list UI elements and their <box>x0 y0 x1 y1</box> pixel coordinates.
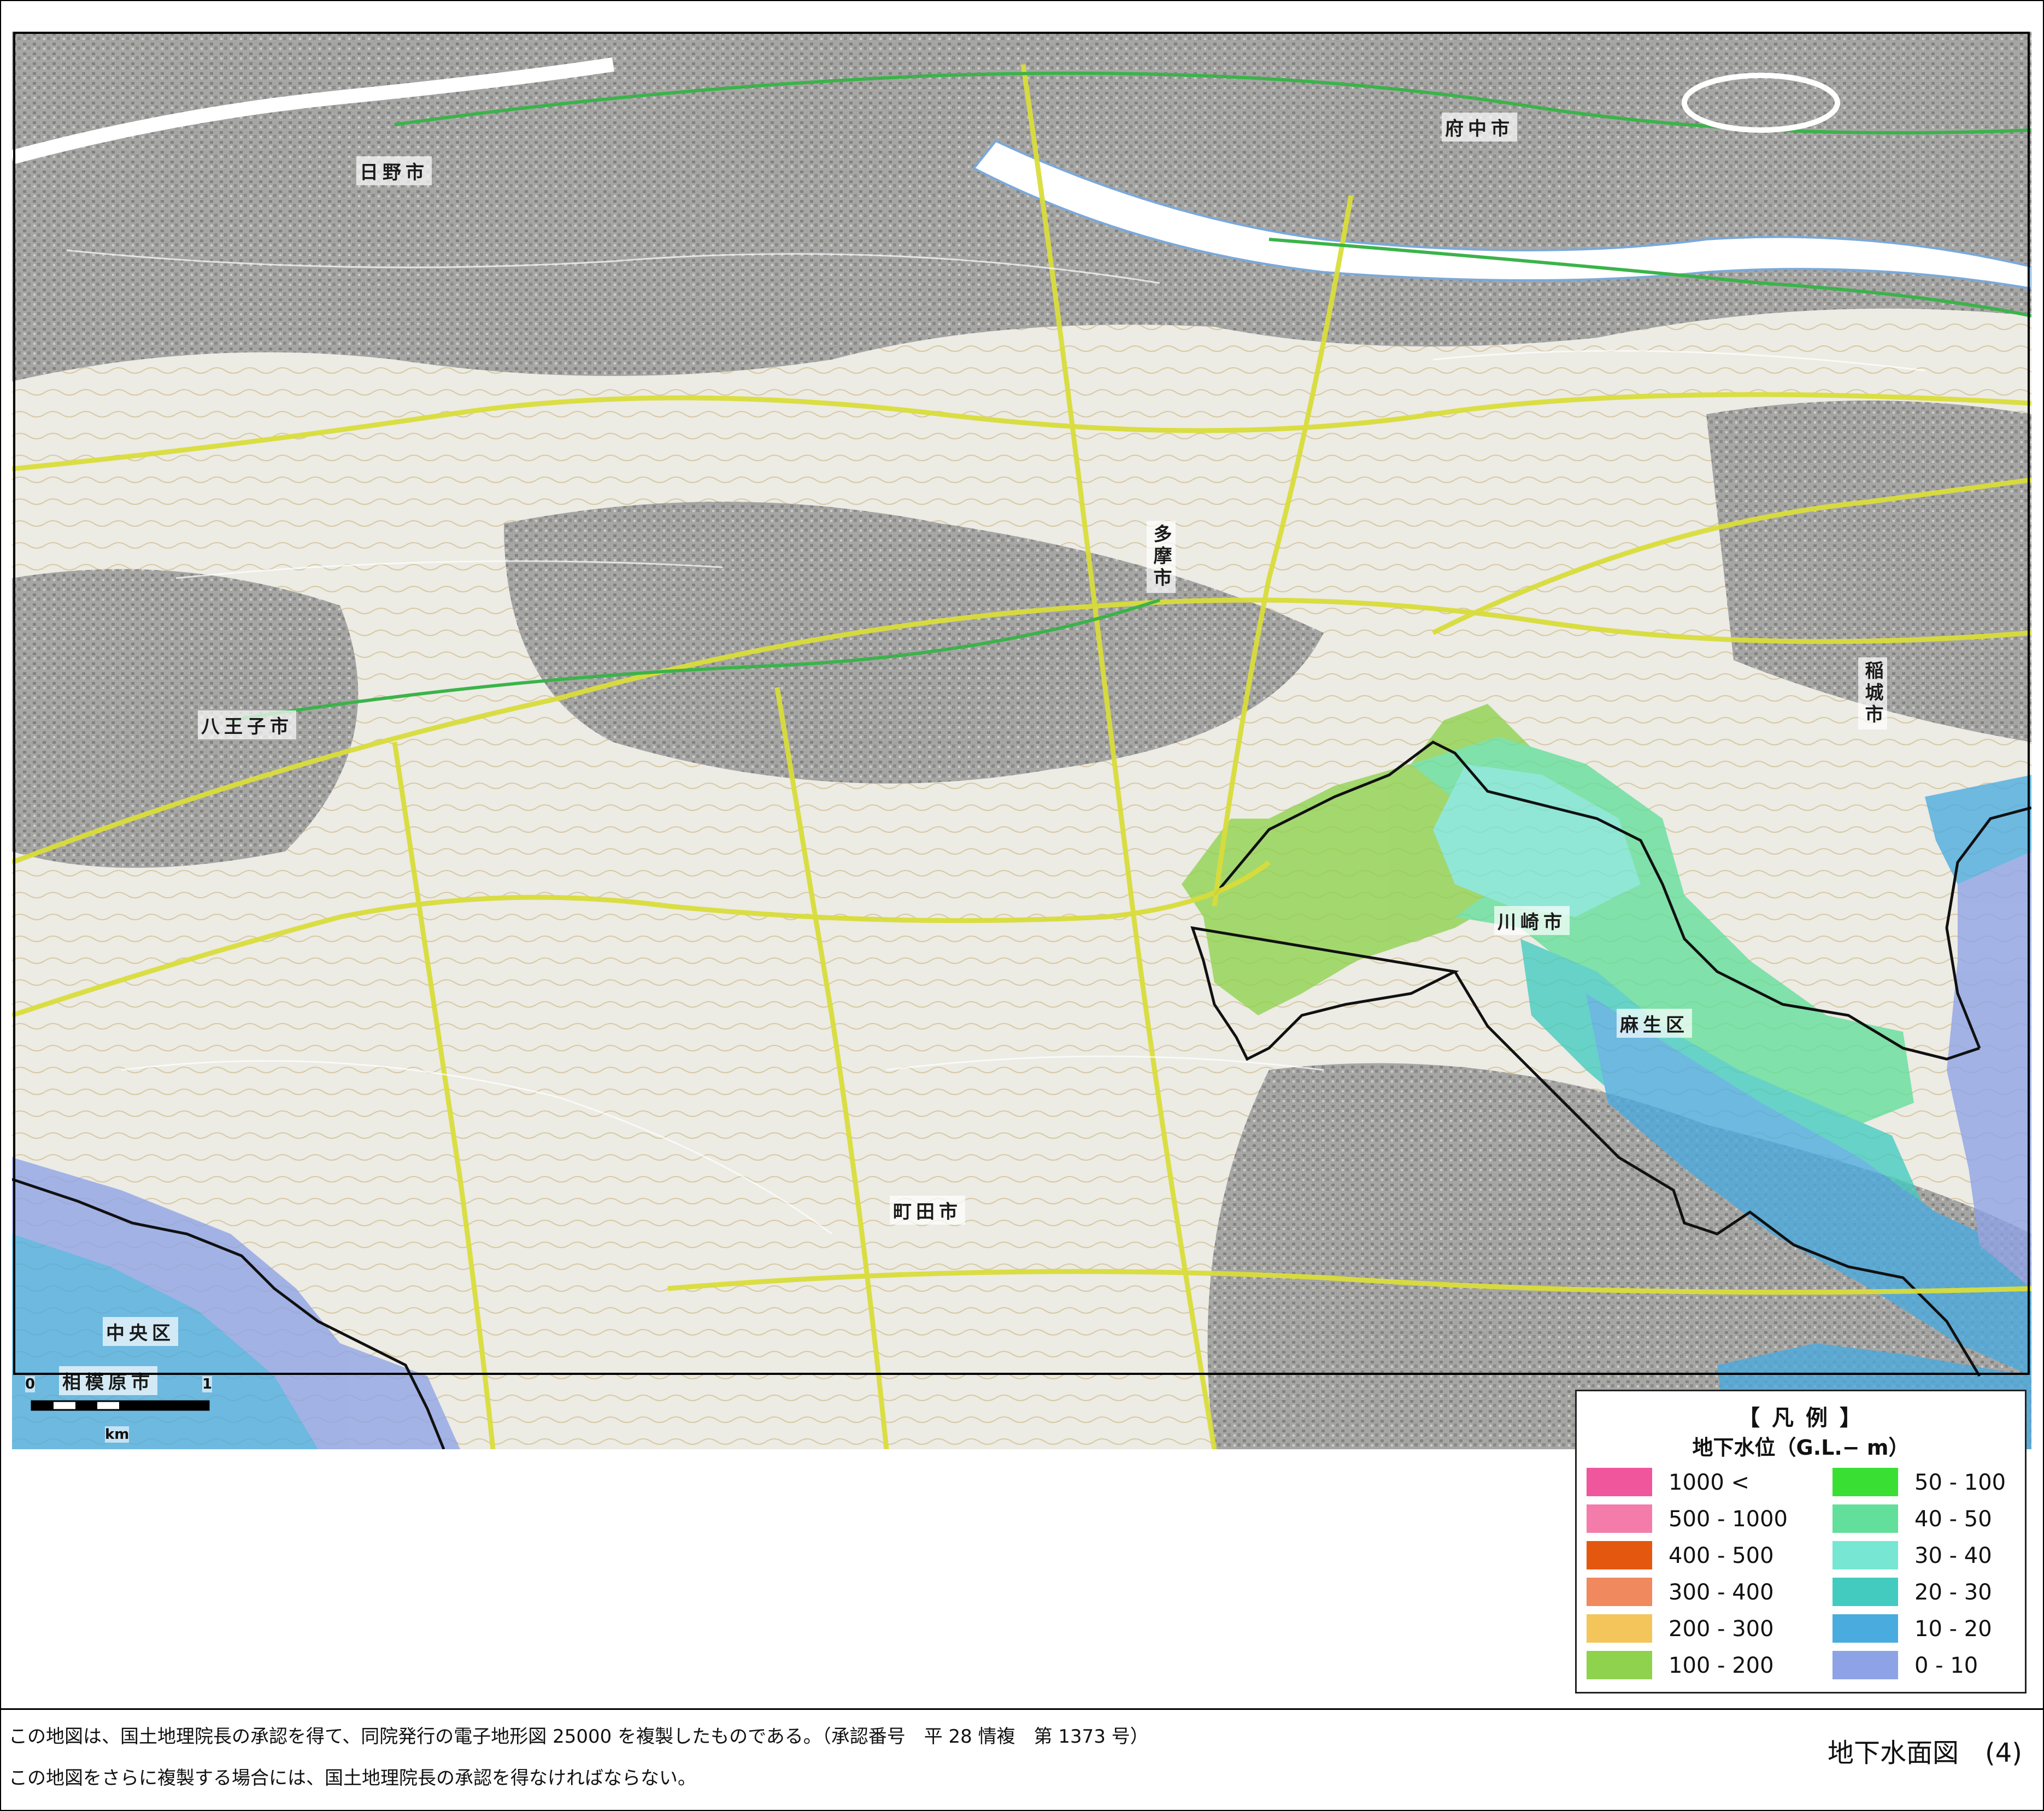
legend-item: 500 - 1000 <box>1587 1504 1794 1533</box>
label-asao: 麻生区 <box>1617 1009 1692 1038</box>
legend-label: 1000 < <box>1669 1470 1750 1495</box>
legend-swatch <box>1587 1541 1652 1569</box>
legend-label: 0 - 10 <box>1914 1653 1978 1678</box>
legend-label: 300 - 400 <box>1669 1580 1774 1605</box>
legend-item: 400 - 500 <box>1587 1541 1794 1569</box>
scale-segment-1 <box>32 1401 54 1410</box>
scale-segment-3 <box>119 1401 209 1410</box>
credit-line-1: この地図は、国土地理院長の承認を得て、同院発行の電子地形図 25000 を複製し… <box>9 1726 1149 1748</box>
label-hino: 日野市 <box>356 156 432 185</box>
map-area[interactable]: 日野市 府中市 多摩市 八王子市 稲城市 川崎市 麻生区 町田市 中央区 相模原… <box>12 32 2031 1449</box>
label-machida: 町田市 <box>890 1196 965 1225</box>
label-kawasaki: 川崎市 <box>1494 906 1570 935</box>
label-inagi: 稲城市 <box>1858 657 1887 730</box>
legend-label: 400 - 500 <box>1669 1543 1774 1568</box>
legend-swatch <box>1587 1504 1652 1533</box>
legend-label: 20 - 30 <box>1914 1580 1992 1605</box>
label-fuchu: 府中市 <box>1442 113 1517 142</box>
legend-label: 50 - 100 <box>1914 1470 2006 1495</box>
footer-divider <box>0 1708 2044 1710</box>
legend-label: 200 - 300 <box>1669 1616 1774 1642</box>
urban-west <box>12 569 359 868</box>
legend-item: 10 - 20 <box>1832 1614 2040 1643</box>
map-sheet: 日野市 府中市 多摩市 八王子市 稲城市 川崎市 麻生区 町田市 中央区 相模原… <box>0 0 2044 1811</box>
legend-item: 50 - 100 <box>1832 1468 2040 1496</box>
legend-title: 【 凡 例 】 <box>1738 1406 1864 1431</box>
scale-zero: 0 <box>25 1376 36 1392</box>
legend-label: 10 - 20 <box>1914 1616 1992 1642</box>
legend-item: 300 - 400 <box>1587 1578 1794 1606</box>
label-chuo: 中央区 <box>103 1317 178 1346</box>
legend-swatch <box>1832 1614 1898 1643</box>
legend-swatch <box>1832 1468 1898 1496</box>
legend-swatch <box>1587 1651 1652 1679</box>
legend-swatch <box>1832 1504 1898 1533</box>
legend-swatch <box>1832 1578 1898 1606</box>
legend-swatch <box>1587 1578 1652 1606</box>
legend: 【 凡 例 】 地下水位（G.L.− m） 1000 < 500 - 1000 40… <box>1575 1390 2027 1694</box>
legend-item: 40 - 50 <box>1832 1504 2040 1533</box>
legend-swatch <box>1832 1651 1898 1679</box>
legend-item: 30 - 40 <box>1832 1541 2040 1569</box>
legend-item: 1000 < <box>1587 1468 1794 1496</box>
topographic-map <box>12 32 2031 1449</box>
legend-label: 40 - 50 <box>1914 1507 1992 1532</box>
legend-item: 200 - 300 <box>1587 1614 1794 1643</box>
sheet-title: 地下水面図 (4) <box>1828 1738 2022 1768</box>
label-tama: 多摩市 <box>1147 521 1176 593</box>
legend-item: 100 - 200 <box>1587 1651 1794 1679</box>
label-hachioji: 八王子市 <box>198 710 296 739</box>
legend-swatch <box>1832 1541 1898 1569</box>
legend-swatch <box>1587 1614 1652 1643</box>
legend-item: 20 - 30 <box>1832 1578 2040 1606</box>
legend-label: 500 - 1000 <box>1669 1507 1788 1532</box>
legend-subtitle: 地下水位（G.L.− m） <box>1692 1436 1910 1460</box>
legend-label: 30 - 40 <box>1914 1543 1992 1568</box>
scale-bar: 0 1 km <box>23 1376 220 1447</box>
legend-swatch <box>1587 1468 1652 1496</box>
legend-label: 100 - 200 <box>1669 1653 1774 1678</box>
legend-item: 0 - 10 <box>1832 1651 2040 1679</box>
scale-unit: km <box>105 1426 130 1443</box>
scale-segment-2 <box>75 1401 97 1410</box>
credit-line-2: この地図をさらに複製する場合には、国土地理院長の承認を得なければならない。 <box>9 1767 696 1789</box>
scale-one: 1 <box>202 1376 213 1392</box>
scale-bar-graphic <box>31 1400 210 1411</box>
